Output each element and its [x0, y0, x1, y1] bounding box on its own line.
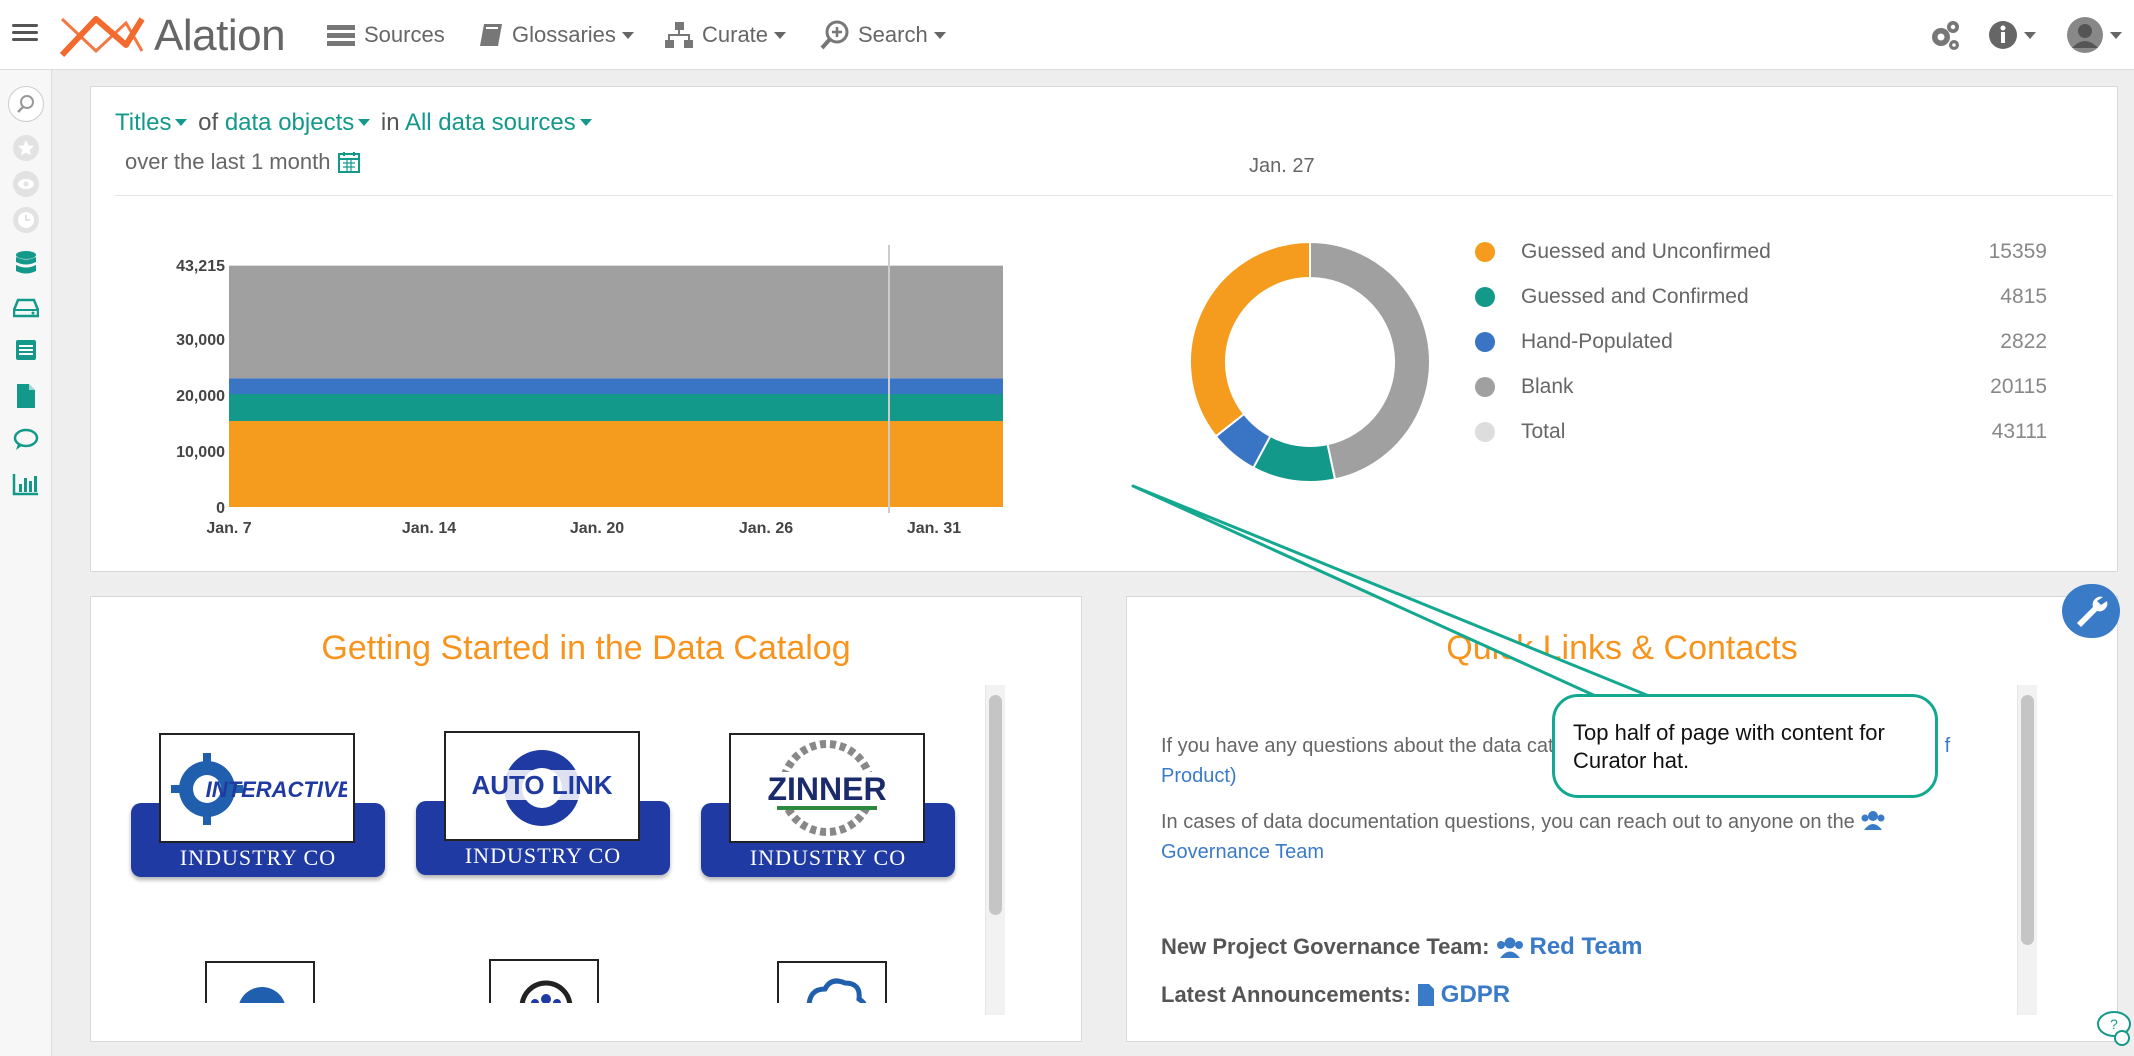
tools-button[interactable]	[2062, 584, 2120, 638]
wrench-icon	[2077, 596, 2108, 627]
callout-pointer	[1131, 484, 1656, 700]
svg-text:?: ?	[2110, 1016, 2118, 1032]
chat-help-icon: ?	[2097, 1011, 2131, 1046]
annotation-callout: Top half of page with content for Curato…	[1552, 694, 1938, 798]
help-chat-button[interactable]: ?	[2092, 1008, 2132, 1048]
